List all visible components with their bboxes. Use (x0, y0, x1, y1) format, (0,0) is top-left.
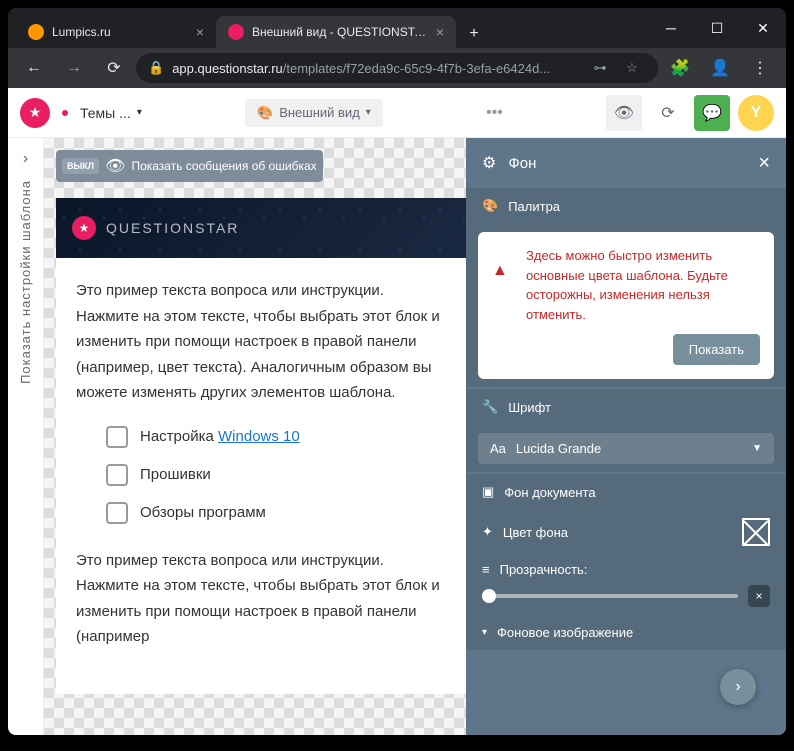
opacity-label: Прозрачность: (500, 562, 588, 577)
sidebar-label[interactable]: Показать настройки шаблона (18, 180, 33, 384)
checkbox[interactable] (106, 502, 128, 524)
url-field[interactable]: 🔒 app.questionstar.ru/templates/f72eda9c… (136, 53, 658, 83)
minimize-button[interactable]: ─ (648, 8, 694, 48)
color-icon: ✦ (482, 524, 493, 540)
favicon-icon (228, 24, 244, 40)
error-messages-toggle[interactable]: ВЫКЛ 👁 Показать сообщения об ошибках (56, 150, 323, 182)
bg-color-row: ✦ Цвет фона (466, 510, 786, 554)
view-mode-button[interactable]: 🎨 Внешний вид ▾ (245, 99, 383, 127)
palette-warning: ▲ Здесь можно быстро изменить основные ц… (478, 232, 774, 379)
opacity-slider-row: × (466, 585, 786, 615)
clear-opacity-button[interactable]: × (748, 585, 770, 607)
option-label: Настройка Windows 10 (140, 428, 300, 445)
tab-questionstar[interactable]: Внешний вид - QUESTIONSTAR × (216, 16, 456, 48)
option-link[interactable]: Windows 10 (218, 428, 300, 445)
section-header[interactable]: 🔧 Шрифт (466, 389, 786, 425)
option-row[interactable]: Прошивки (106, 464, 446, 486)
next-step-button[interactable]: › (720, 669, 756, 705)
warning-icon: ▲ (492, 262, 508, 280)
toggle-label: Показать сообщения об ошибках (131, 159, 316, 173)
section-header[interactable]: ▣ Фон документа (466, 474, 786, 510)
reload-button[interactable]: ⟳ (96, 50, 132, 86)
url-bar: ← → ⟳ 🔒 app.questionstar.ru/templates/f7… (8, 48, 786, 88)
profile-button[interactable]: 👤 (702, 50, 738, 86)
section-font: 🔧 Шрифт Aa Lucida Grande ▼ (466, 389, 786, 472)
option-row[interactable]: Обзоры программ (106, 502, 446, 524)
survey-logo-icon: ★ (72, 216, 96, 240)
chevron-down-icon: ▼ (752, 443, 762, 454)
back-button[interactable]: ← (16, 50, 52, 86)
tab-title: Lumpics.ru (52, 25, 188, 39)
font-select[interactable]: Aa Lucida Grande ▼ (478, 433, 774, 464)
option-row[interactable]: Настройка Windows 10 (106, 426, 446, 448)
properties-panel: ⚙ Фон × 🎨 Палитра ▲ Здесь можно быстро и… (466, 138, 786, 735)
palette-icon: 🎨 (482, 198, 498, 214)
show-palette-button[interactable]: Показать (673, 334, 760, 365)
palette-icon: 🎨 (257, 105, 273, 121)
font-icon: Aa (490, 441, 506, 456)
tab-lumpics[interactable]: Lumpics.ru × (16, 16, 216, 48)
survey-paragraph[interactable]: Это пример текста вопроса или инструкции… (76, 278, 446, 406)
section-header[interactable]: 🎨 Палитра (466, 188, 786, 224)
wrench-icon: 🔧 (482, 399, 498, 415)
new-tab-button[interactable]: + (460, 20, 488, 48)
feedback-button[interactable]: 💬 (694, 95, 730, 131)
favicon-icon (28, 24, 44, 40)
breadcrumb-dot-icon (62, 110, 68, 116)
breadcrumb-themes[interactable]: Темы ... ▾ (80, 105, 142, 121)
survey-options: Настройка Windows 10 Прошивки Обзоры про… (76, 426, 446, 524)
gear-icon: ⚙ (482, 153, 496, 173)
checkbox[interactable] (106, 426, 128, 448)
chevron-down-icon: ▾ (366, 107, 371, 118)
section-document-bg: ▣ Фон документа ✦ Цвет фона ≡ Прозрачнос… (466, 474, 786, 650)
preview-button[interactable]: 👁 (606, 95, 642, 131)
forward-button: → (56, 50, 92, 86)
eye-off-icon: 👁 (105, 156, 125, 176)
maximize-button[interactable]: ☐ (694, 8, 740, 48)
menu-button[interactable]: ⋮ (742, 50, 778, 86)
opacity-icon: ≡ (482, 562, 490, 577)
warning-text: Здесь можно быстро изменить основные цве… (492, 246, 760, 324)
panel-title: Фон (508, 155, 746, 172)
option-label: Прошивки (140, 466, 211, 483)
sync-button[interactable]: ⟳ (650, 95, 686, 131)
opacity-row: ≡ Прозрачность: (466, 554, 786, 585)
close-window-button[interactable]: ✕ (740, 8, 786, 48)
layers-icon: ▣ (482, 484, 494, 500)
close-panel-button[interactable]: × (758, 152, 770, 175)
toggle-state-badge: ВЫКЛ (62, 158, 99, 174)
option-label: Обзоры программ (140, 504, 266, 521)
section-bg-image[interactable]: ▾ Фоновое изображение (466, 615, 786, 650)
close-icon[interactable]: × (196, 24, 204, 40)
opacity-slider[interactable] (482, 594, 738, 598)
left-sidebar: › Показать настройки шаблона (8, 138, 44, 735)
star-icon[interactable]: ☆ (618, 54, 646, 82)
close-icon[interactable]: × (436, 24, 444, 40)
lock-icon: 🔒 (148, 60, 164, 76)
tab-title: Внешний вид - QUESTIONSTAR (252, 25, 428, 39)
chevron-down-icon: ▾ (137, 107, 142, 118)
slider-thumb[interactable] (482, 589, 496, 603)
section-palette: 🎨 Палитра ▲ Здесь можно быстро изменить … (466, 188, 786, 387)
survey-paragraph[interactable]: Это пример текста вопроса или инструкции… (76, 548, 446, 650)
bg-color-label: Цвет фона (503, 525, 568, 540)
survey-header[interactable]: ★ QUESTIONSTAR (56, 198, 466, 258)
survey-preview[interactable]: ★ QUESTIONSTAR Это пример текста вопроса… (56, 198, 466, 694)
user-avatar[interactable]: Y (738, 95, 774, 131)
more-icon[interactable]: ••• (486, 104, 503, 122)
extensions-button[interactable]: 🧩 (662, 50, 698, 86)
expand-sidebar-button[interactable]: › (23, 150, 28, 168)
font-value: Lucida Grande (516, 441, 601, 456)
canvas-area: ВЫКЛ 👁 Показать сообщения об ошибках ★ Q… (44, 138, 466, 735)
survey-brand: QUESTIONSTAR (106, 220, 239, 236)
url-text: app.questionstar.ru/templates/f72eda9c-6… (172, 61, 550, 76)
app-toolbar: Темы ... ▾ 🎨 Внешний вид ▾ ••• 👁 ⟳ 💬 Y (8, 88, 786, 138)
color-swatch-none[interactable] (742, 518, 770, 546)
chevron-down-icon: ▾ (482, 627, 487, 638)
app-logo-icon[interactable] (20, 98, 50, 128)
checkbox[interactable] (106, 464, 128, 486)
key-icon[interactable]: ⊶ (586, 54, 614, 82)
panel-header: ⚙ Фон × (466, 138, 786, 188)
